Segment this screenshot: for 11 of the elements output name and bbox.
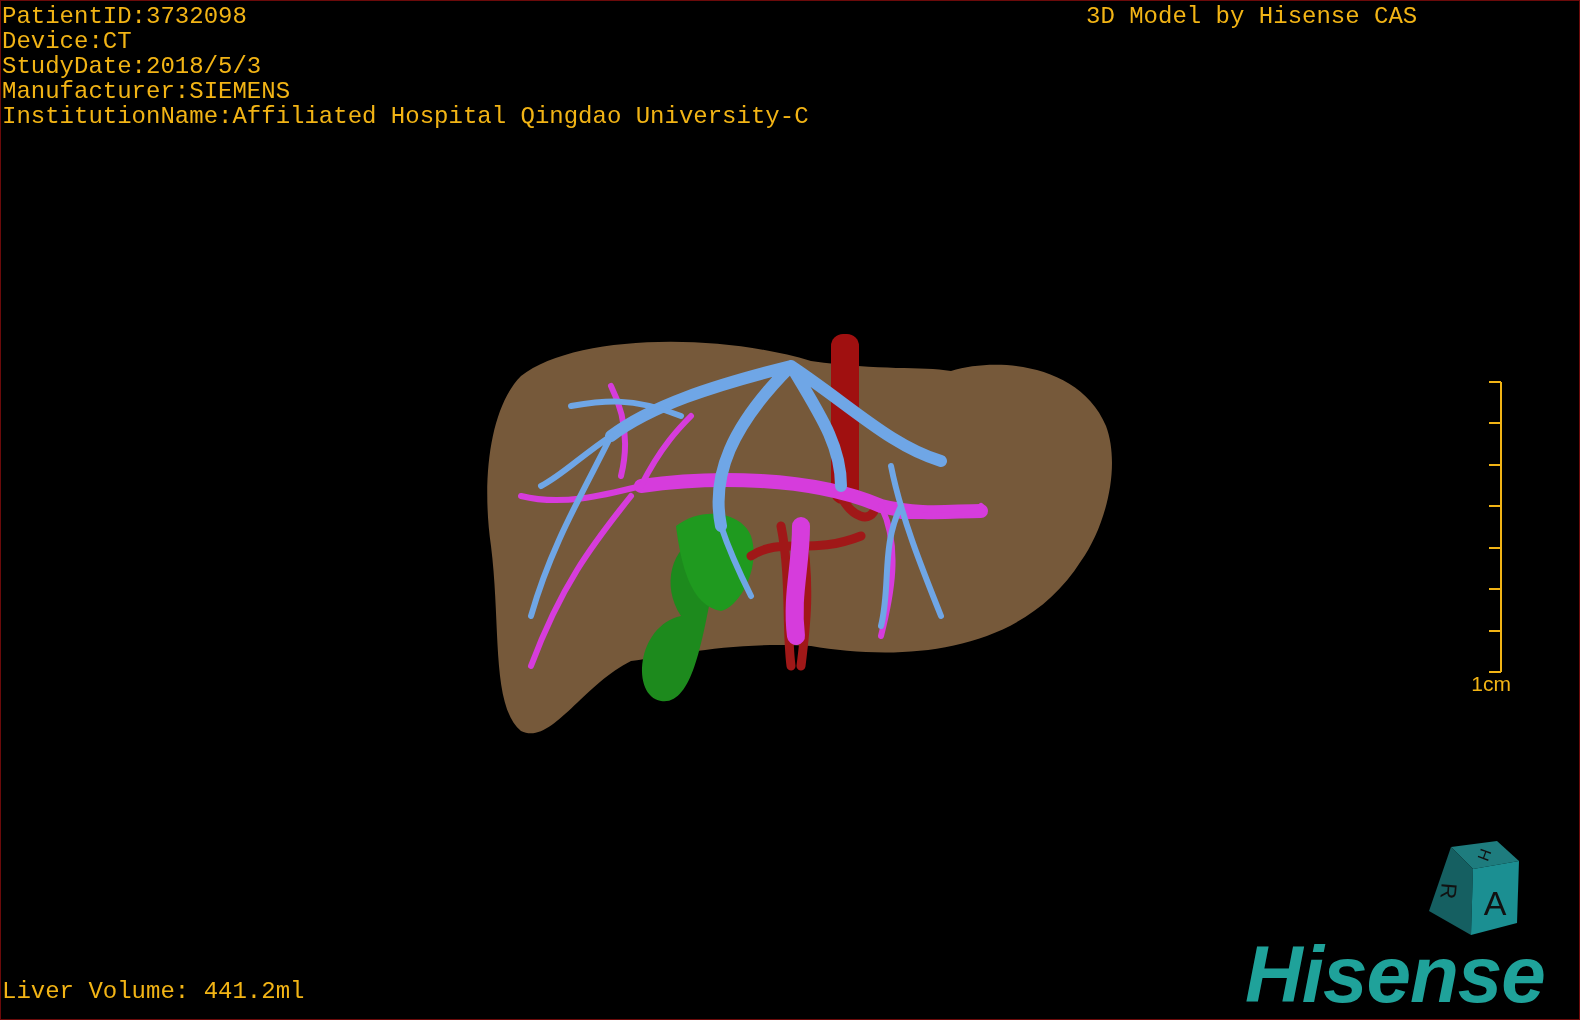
patient-info-line: StudyDate:2018/5/3 [2, 54, 262, 79]
liver-volume: Liver Volume: 441.2ml [2, 979, 305, 1004]
scale-label: 1cm [1470, 673, 1511, 695]
patient-info-line: PatientID:3732098 [2, 4, 247, 29]
3d-viewport[interactable]: PatientID:3732098 Device:CT StudyDate:2018/5/3 Manufacturer:SIEMENS InstitutionName:Affiliated Hospital Qingdao University-C 3D Model by Hisense CAS 1cm H R A Liver Volume: 441.2ml Hisense [0, 0, 1580, 1020]
model-credit: 3D Model by Hisense CAS [1086, 4, 1418, 29]
orientation-cube[interactable]: H R A [1429, 841, 1521, 937]
patient-info-line: InstitutionName:Affiliated Hospital Qingdao University-C [2, 104, 809, 129]
patient-info-line: Device:CT [2, 29, 132, 54]
patient-info-line: Manufacturer:SIEMENS [2, 79, 291, 104]
logo-text: Hisense [1245, 937, 1545, 1013]
